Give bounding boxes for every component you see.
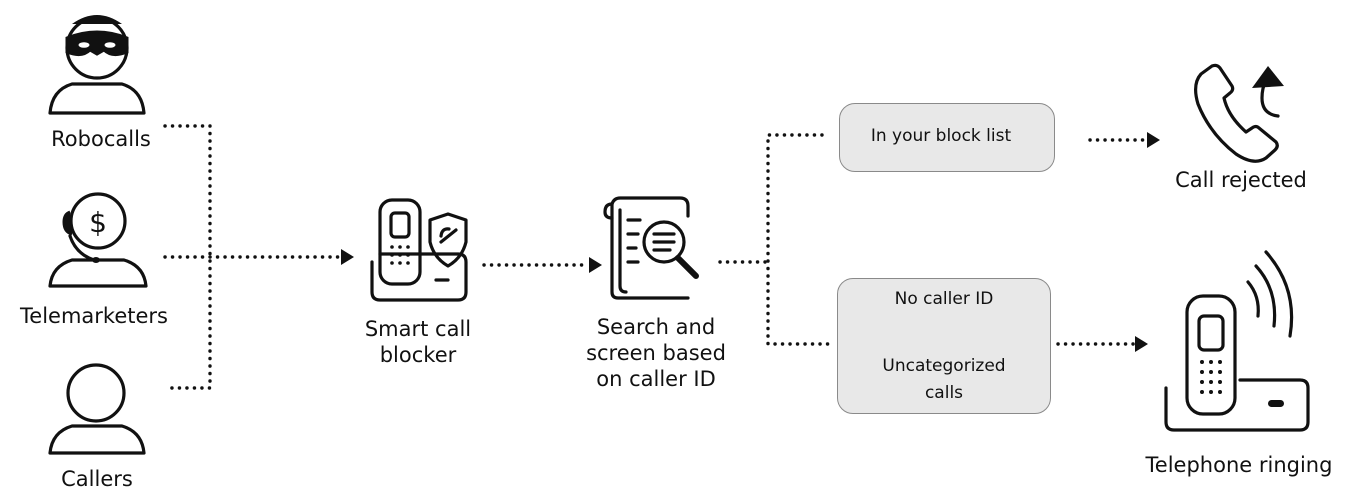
search-screen-line2: screen based (586, 341, 726, 365)
person-icon (48, 363, 146, 455)
calls-text: calls (924, 383, 964, 403)
telephone-ringing-label: Telephone ringing (1145, 453, 1333, 477)
document-magnifier-icon (603, 196, 699, 300)
smart-call-blocker-line2: blocker (379, 343, 457, 367)
robocalls-label: Robocalls (51, 127, 151, 151)
telemarketers-label: Telemarketers (20, 304, 168, 328)
ringing-phone-icon (1164, 250, 1310, 432)
block-list-text: In your block list (870, 126, 1012, 146)
callers-label: Callers (61, 467, 133, 491)
call-rejected-label: Call rejected (1175, 168, 1307, 192)
smart-call-blocker-label: Smart call blocker (365, 316, 471, 368)
smart-call-blocker-line1: Smart call (364, 317, 472, 341)
cordless-phone-shield-icon (370, 198, 468, 302)
search-screen-line1: Search and (596, 315, 716, 339)
headset-dollar-person-icon: $ (48, 192, 148, 288)
handset-return-arrow-icon (1194, 63, 1284, 163)
call-flow-diagram: .ico { fill: none; stroke: #111; stroke-… (48, 15, 1310, 455)
uncategorized-text: Uncategorized (882, 356, 1006, 376)
masked-person-icon (48, 15, 146, 115)
no-caller-id-text: No caller ID (894, 289, 994, 309)
search-screen-line3: on caller ID (596, 367, 716, 391)
search-screen-label: Search and screen based on caller ID (586, 314, 726, 392)
svg-text:$: $ (89, 206, 107, 239)
